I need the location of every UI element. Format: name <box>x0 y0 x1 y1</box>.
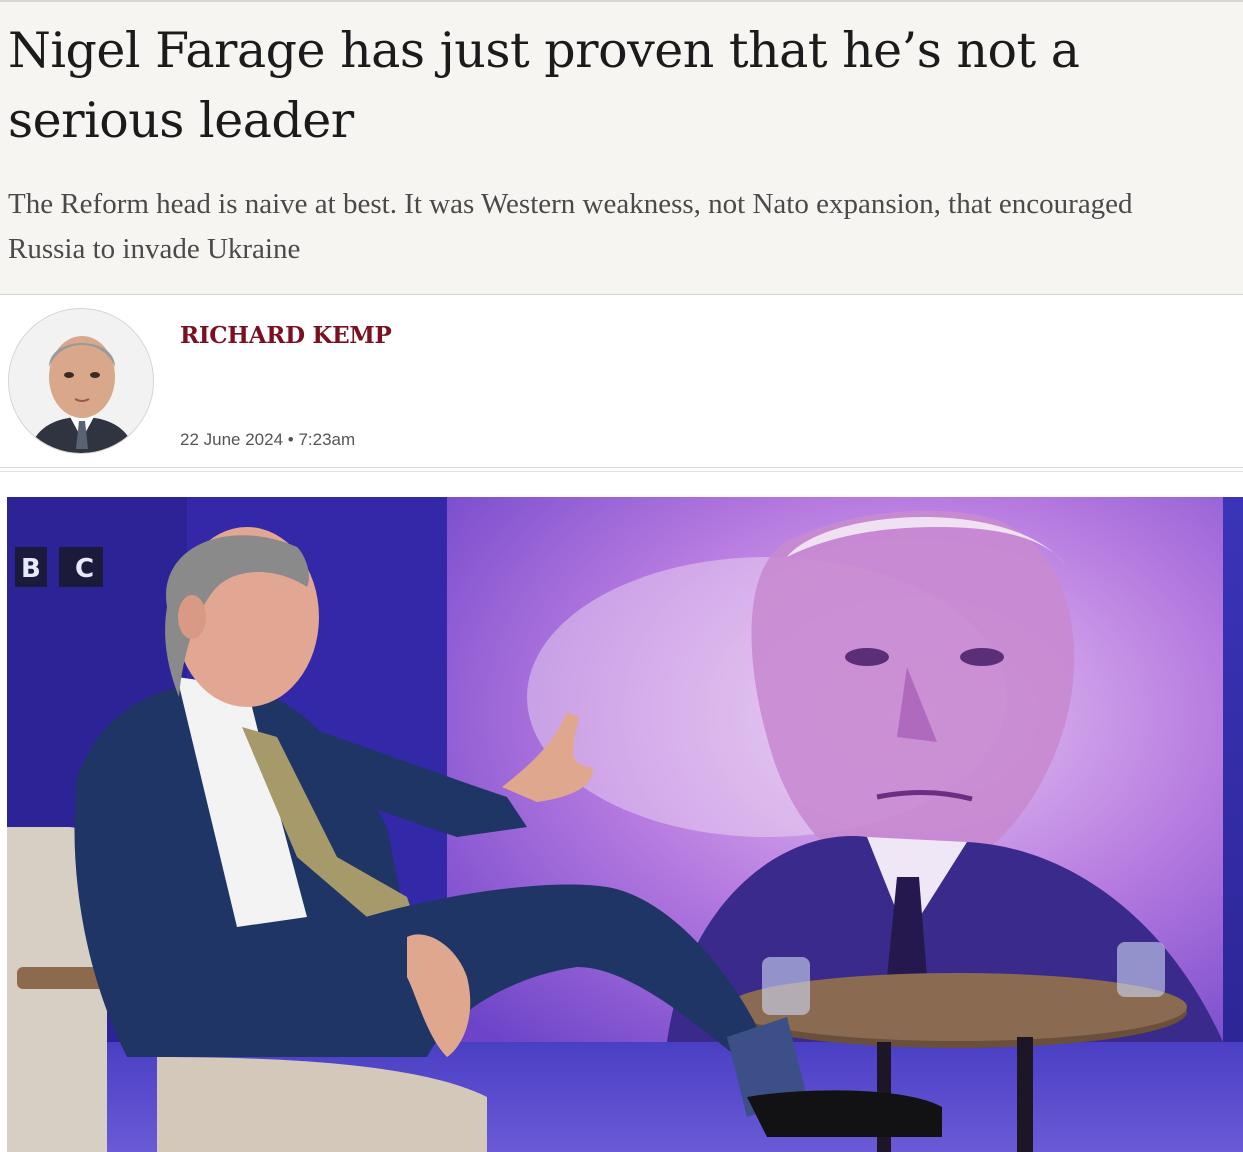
bbc-logo-icon: B C <box>15 547 103 587</box>
standfirst: The Reform head is naive at best. It was… <box>8 188 1133 265</box>
publish-date-day: 22 June 2024 <box>180 430 284 449</box>
date-separator: • <box>287 430 294 449</box>
lead-photo[interactable]: B C <box>7 497 1243 1152</box>
author-portrait-icon <box>9 309 153 453</box>
author-name[interactable]: RICHARD KEMP <box>180 322 392 349</box>
byline: RICHARD KEMP 22 June 2024 • 7:23am <box>0 296 1243 472</box>
headline: Nigel Farage has just proven that he’s n… <box>8 22 1080 149</box>
publish-time: 7:23am <box>298 430 356 449</box>
publish-date: 22 June 2024 • 7:23am <box>180 430 355 450</box>
logo-letter-c: C <box>75 554 94 584</box>
studio-interview-image: B C <box>7 497 1243 1152</box>
author-avatar[interactable] <box>8 308 154 454</box>
logo-letter-b: B <box>21 554 41 584</box>
article-header: Nigel Farage has just proven that he’s n… <box>0 2 1243 295</box>
